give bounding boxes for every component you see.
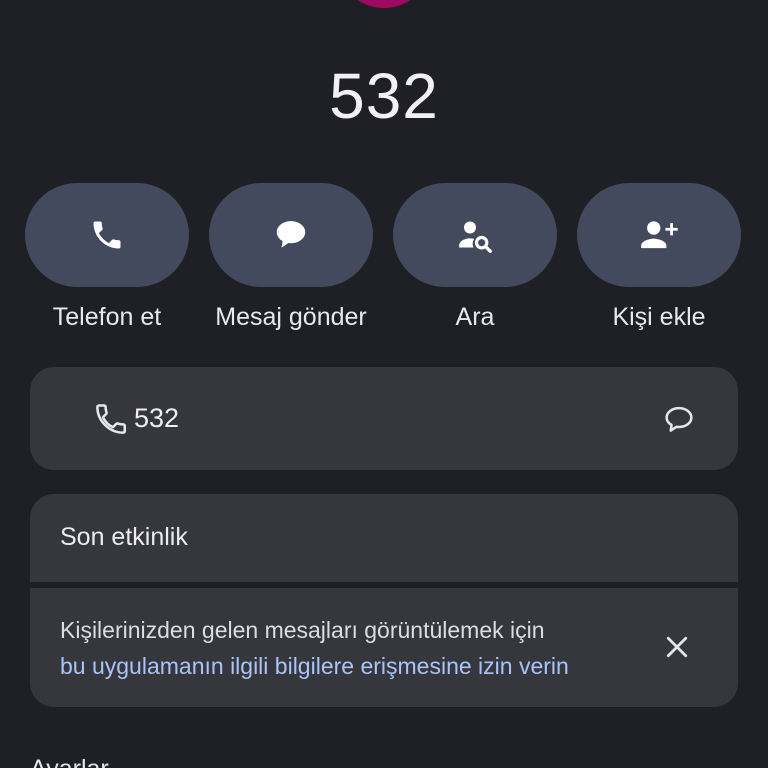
recent-activity-heading: Son etkinlik	[60, 523, 188, 551]
contact-avatar	[336, 0, 432, 8]
call-action[interactable]: Telefon et	[15, 183, 199, 333]
add-contact-label: Kişi ekle	[612, 303, 706, 331]
search-button[interactable]	[393, 183, 557, 287]
permission-notice-card: Kişilerinizden gelen mesajları görüntüle…	[30, 588, 738, 707]
add-contact-button[interactable]	[577, 183, 741, 287]
call-label: Telefon et	[52, 303, 162, 331]
message-action[interactable]: Mesaj gönder	[199, 183, 383, 333]
permission-link[interactable]: bu uygulamanın ilgili bilgilere erişmesi…	[60, 650, 569, 682]
message-label: Mesaj gönder	[215, 303, 367, 331]
phone-icon	[92, 400, 130, 443]
phone-number-card[interactable]: 532	[30, 367, 738, 470]
message-outline-icon[interactable]	[660, 401, 698, 444]
quick-actions-row: Telefon et Mesaj gönder Ara Kişi ekle	[0, 183, 768, 343]
recent-activity-card: Son etkinlik	[30, 494, 738, 582]
call-button[interactable]	[25, 183, 189, 287]
phone-icon	[93, 221, 121, 249]
search-action[interactable]: Ara	[383, 183, 567, 333]
contact-detail-screen: 532 Telefon et Mesaj gönder Ara Kişi ekl…	[0, 0, 768, 768]
contact-title: 532	[329, 60, 439, 132]
settings-heading: Ayarlar	[30, 752, 109, 768]
phone-number: 532	[134, 403, 180, 433]
message-button[interactable]	[209, 183, 373, 287]
permission-notice-text: Kişilerinizden gelen mesajları görüntüle…	[60, 617, 545, 643]
person-search-icon	[459, 221, 493, 253]
add-contact-action[interactable]: Kişi ekle	[567, 183, 751, 333]
message-icon	[276, 221, 306, 248]
close-icon[interactable]	[662, 632, 692, 667]
search-label: Ara	[455, 303, 495, 331]
add-person-icon	[641, 221, 678, 249]
